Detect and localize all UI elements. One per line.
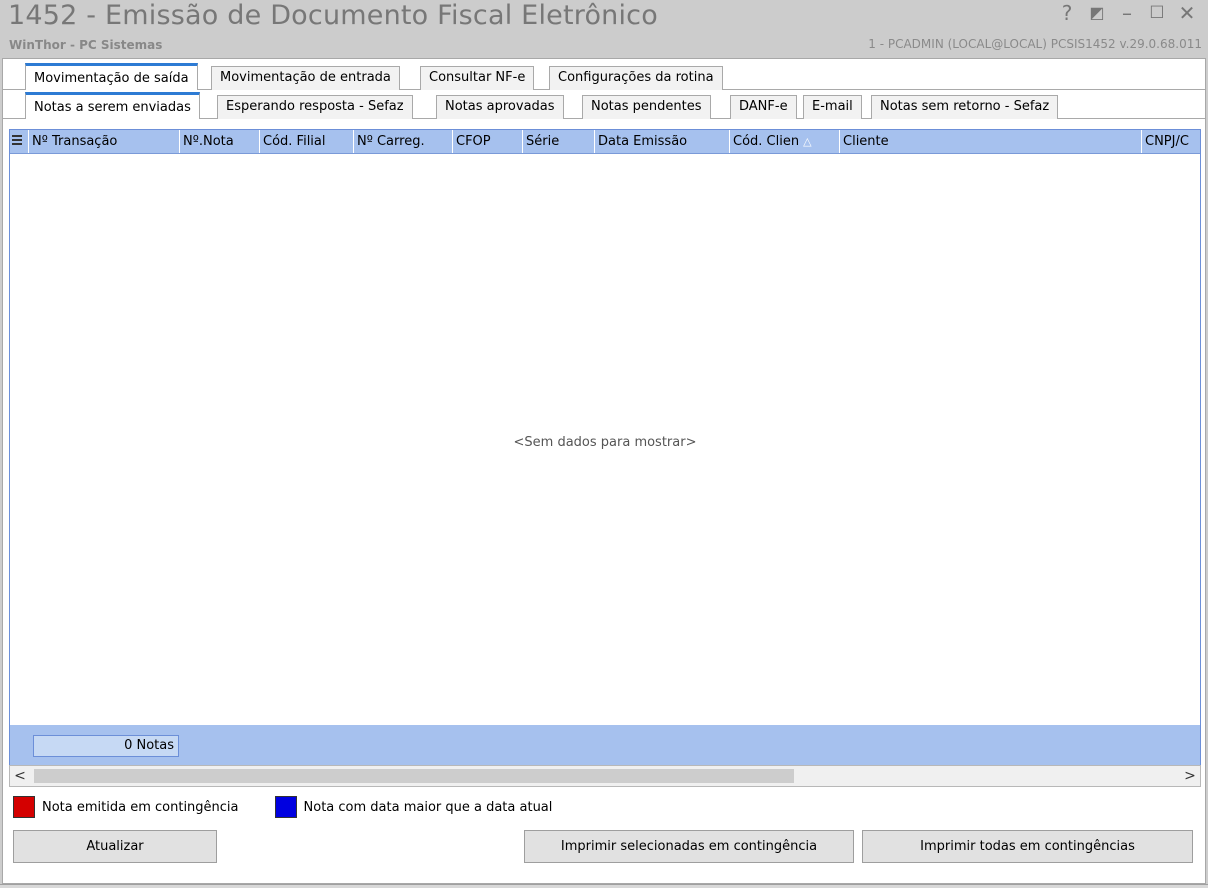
column-header-filial[interactable]: Cód. Filial — [260, 130, 354, 153]
print-selected-button[interactable]: Imprimir selecionadas em contingência — [524, 830, 854, 863]
tab-notas-serem-enviadas[interactable]: Notas a serem enviadas — [25, 92, 200, 119]
tab-danfe[interactable]: DANF-e — [730, 95, 797, 119]
restore-icon[interactable]: ◩ — [1082, 0, 1112, 26]
column-header-data-emissao[interactable]: Data Emissão — [595, 130, 730, 153]
column-header-transacao[interactable]: Nº Transação — [29, 130, 180, 153]
empty-message: <Sem dados para mostrar> — [513, 435, 697, 450]
grid-header: Nº Transação Nº.Nota Cód. Filial Nº Carr… — [10, 130, 1200, 154]
maximize-icon[interactable]: ☐ — [1142, 0, 1172, 26]
column-header-cod-cliente[interactable]: Cód. Clien △ — [730, 130, 840, 153]
future-date-color-swatch — [274, 796, 297, 818]
column-header-cliente[interactable]: Cliente — [840, 130, 1142, 153]
window-subtitle: WinThor - PC Sistemas — [9, 38, 163, 52]
notes-grid[interactable]: Nº Transação Nº.Nota Cód. Filial Nº Carr… — [9, 129, 1201, 773]
column-header-carreg[interactable]: Nº Carreg. — [354, 130, 453, 153]
tab-email[interactable]: E-mail — [803, 95, 862, 119]
notes-count: 0 Notas — [33, 735, 179, 757]
column-header-nota[interactable]: Nº.Nota — [180, 130, 260, 153]
column-header-serie[interactable]: Série — [523, 130, 595, 153]
tab-configuracoes-rotina[interactable]: Configurações da rotina — [549, 66, 723, 90]
tab-notas-pendentes[interactable]: Notas pendentes — [582, 95, 711, 119]
legend: Nota emitida em contingência Nota com da… — [13, 796, 588, 818]
window-title: 1452 - Emissão de Documento Fiscal Eletr… — [8, 0, 658, 31]
column-header-cfop[interactable]: CFOP — [453, 130, 523, 153]
help-icon[interactable]: ? — [1052, 0, 1082, 26]
status-strip — [0, 884, 1208, 888]
tab-movimentacao-entrada[interactable]: Movimentação de entrada — [211, 66, 400, 90]
refresh-button[interactable]: Atualizar — [13, 830, 217, 863]
legend-label-contingencia: Nota emitida em contingência — [42, 799, 239, 815]
tab-esperando-resposta[interactable]: Esperando resposta - Sefaz — [217, 95, 413, 119]
sub-tab-bar: Notas a serem enviadas Esperando respost… — [3, 91, 1205, 119]
scroll-left-icon[interactable]: < — [10, 766, 30, 786]
scroll-right-icon[interactable]: > — [1180, 766, 1200, 786]
main-frame: Movimentação de saída Movimentação de en… — [2, 58, 1206, 884]
legend-label-data-maior: Nota com data maior que a data atual — [303, 799, 553, 815]
column-header-label: Cód. Clien — [733, 134, 800, 149]
tab-notas-aprovadas[interactable]: Notas aprovadas — [436, 95, 564, 119]
column-chooser[interactable] — [10, 130, 29, 153]
contingency-color-swatch — [13, 796, 35, 818]
window-controls: ? ◩ – ☐ ✕ — [1052, 0, 1202, 30]
tab-movimentacao-saida[interactable]: Movimentação de saída — [25, 63, 198, 90]
close-icon[interactable]: ✕ — [1172, 0, 1202, 26]
scrollbar-thumb[interactable] — [34, 769, 794, 783]
minimize-icon[interactable]: – — [1112, 0, 1142, 26]
title-bar: 1452 - Emissão de Documento Fiscal Eletr… — [0, 0, 1208, 58]
grid-footer: 0 Notas — [9, 725, 1201, 765]
column-header-cnpj[interactable]: CNPJ/C — [1142, 130, 1200, 153]
print-all-button[interactable]: Imprimir todas em contingências — [862, 830, 1193, 863]
tab-consultar-nfe[interactable]: Consultar NF-e — [420, 66, 535, 90]
sort-ascending-icon: △ — [803, 135, 812, 148]
main-tab-bar: Movimentação de saída Movimentação de en… — [3, 62, 1205, 90]
tab-notas-sem-retorno[interactable]: Notas sem retorno - Sefaz — [871, 95, 1059, 119]
user-info: 1 - PCADMIN (LOCAL@LOCAL) PCSIS1452 v.29… — [868, 37, 1202, 51]
horizontal-scrollbar[interactable]: < > — [9, 765, 1201, 787]
column-menu-icon — [12, 135, 22, 147]
